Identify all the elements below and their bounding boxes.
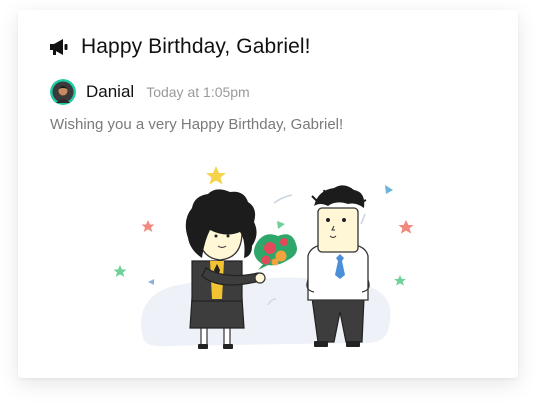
post-message: Wishing you a very Happy Birthday, Gabri…: [50, 116, 344, 133]
confetti-line: [273, 194, 293, 204]
megaphone-icon: [50, 39, 68, 55]
post-header: Happy Birthday, Gabriel!: [48, 35, 311, 59]
confetti-star: [394, 275, 406, 286]
man-character: [306, 185, 370, 347]
post-meta: Danial Today at 1:05pm: [50, 79, 250, 105]
confetti-triangle: [277, 221, 285, 229]
author-name[interactable]: Danial: [86, 82, 134, 102]
birthday-celebration-illustration: [113, 166, 414, 349]
confetti-star: [206, 166, 226, 185]
post-timestamp: Today at 1:05pm: [146, 84, 250, 100]
confetti-star: [141, 220, 155, 232]
confetti-triangle: [148, 279, 154, 285]
avatar[interactable]: [50, 79, 76, 105]
birthday-post-card: Happy Birthday, Gabriel! Danial Today at…: [18, 10, 518, 378]
confetti-line: [360, 213, 366, 225]
flower-bouquet: [254, 234, 297, 270]
confetti-star: [113, 265, 127, 277]
confetti-triangle: [385, 185, 393, 194]
confetti-star: [398, 220, 414, 234]
post-title: Happy Birthday, Gabriel!: [81, 35, 311, 58]
